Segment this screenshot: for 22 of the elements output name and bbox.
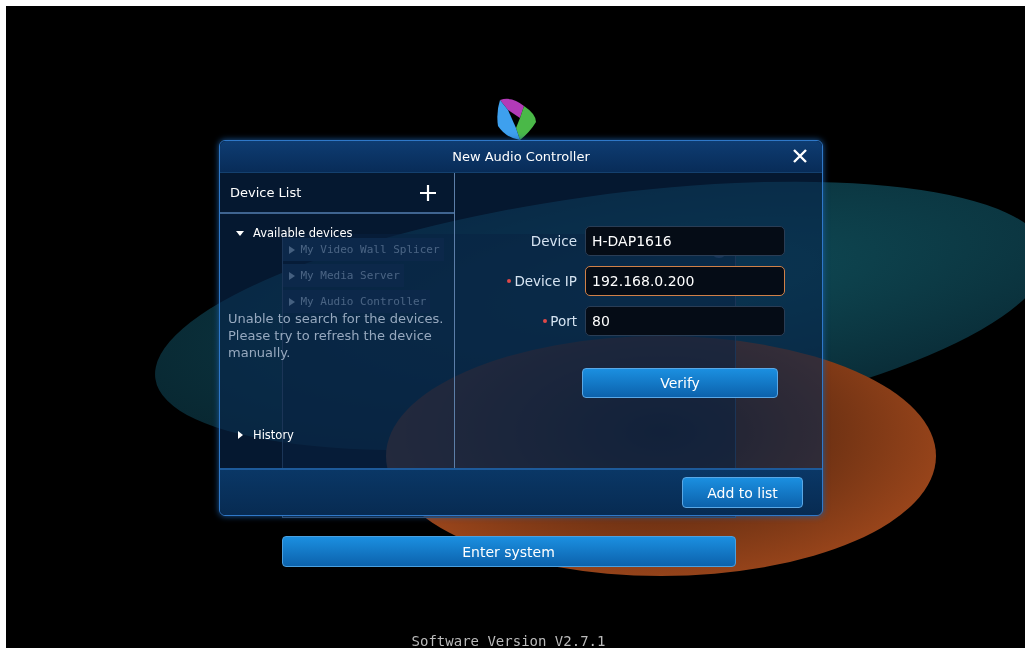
dialog-title: New Audio Controller [452, 149, 590, 164]
field-label: Device [530, 233, 577, 249]
caret-icon [288, 245, 295, 254]
device-row[interactable]: My Audio Controller [282, 290, 431, 313]
field-label: Port [550, 313, 577, 329]
device-list-title: Device List [230, 185, 302, 200]
version-text: Software Version V2.7.1 [411, 633, 606, 648]
device-row[interactable]: My Media Server [282, 264, 404, 287]
plus-icon[interactable] [420, 184, 436, 201]
caret-icon [288, 297, 295, 306]
input-field[interactable]: 192.168.0.200 [585, 266, 785, 296]
tree-group[interactable]: History [220, 424, 454, 446]
verify-button[interactable]: Verify [582, 368, 778, 398]
status-message: Unable to search for the devices. Please try to refresh the device manually. [228, 310, 445, 361]
caret-icon [288, 271, 295, 280]
input-field[interactable]: 80 [585, 306, 785, 336]
input-field[interactable]: H-DAP1616 [585, 226, 785, 256]
add-to-list-button[interactable]: Add to list [682, 477, 803, 508]
device-row[interactable]: My Video Wall Splicer [282, 238, 444, 261]
close-icon[interactable] [792, 148, 808, 164]
enter-system-button[interactable]: Enter system [281, 536, 736, 567]
field-label: Device IP [514, 273, 577, 289]
